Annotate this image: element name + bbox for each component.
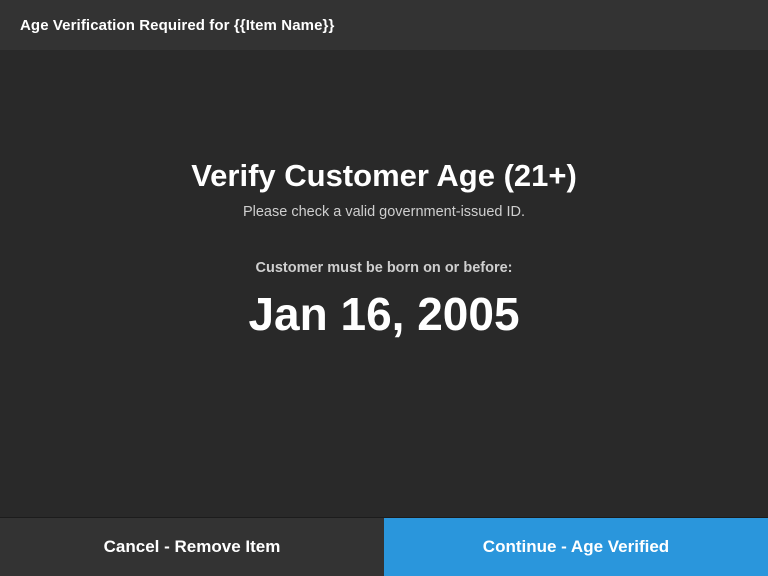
verification-content: Verify Customer Age (21+) Please check a… [0, 50, 768, 517]
cutoff-date: Jan 16, 2005 [248, 288, 520, 340]
instruction-text: Please check a valid government-issued I… [242, 204, 526, 220]
action-bar: Cancel - Remove Item Continue - Age Veri… [0, 517, 768, 576]
born-before-label: Customer must be born on or before: [255, 260, 513, 276]
cancel-remove-item-button[interactable]: Cancel - Remove Item [0, 518, 384, 576]
age-verification-screen: Age Verification Required for {{Item Nam… [0, 0, 768, 576]
header-title: Age Verification Required for {{Item Nam… [20, 16, 335, 34]
continue-age-verified-button[interactable]: Continue - Age Verified [384, 518, 768, 576]
header-bar: Age Verification Required for {{Item Nam… [0, 0, 768, 50]
page-title: Verify Customer Age (21+) [191, 158, 577, 193]
